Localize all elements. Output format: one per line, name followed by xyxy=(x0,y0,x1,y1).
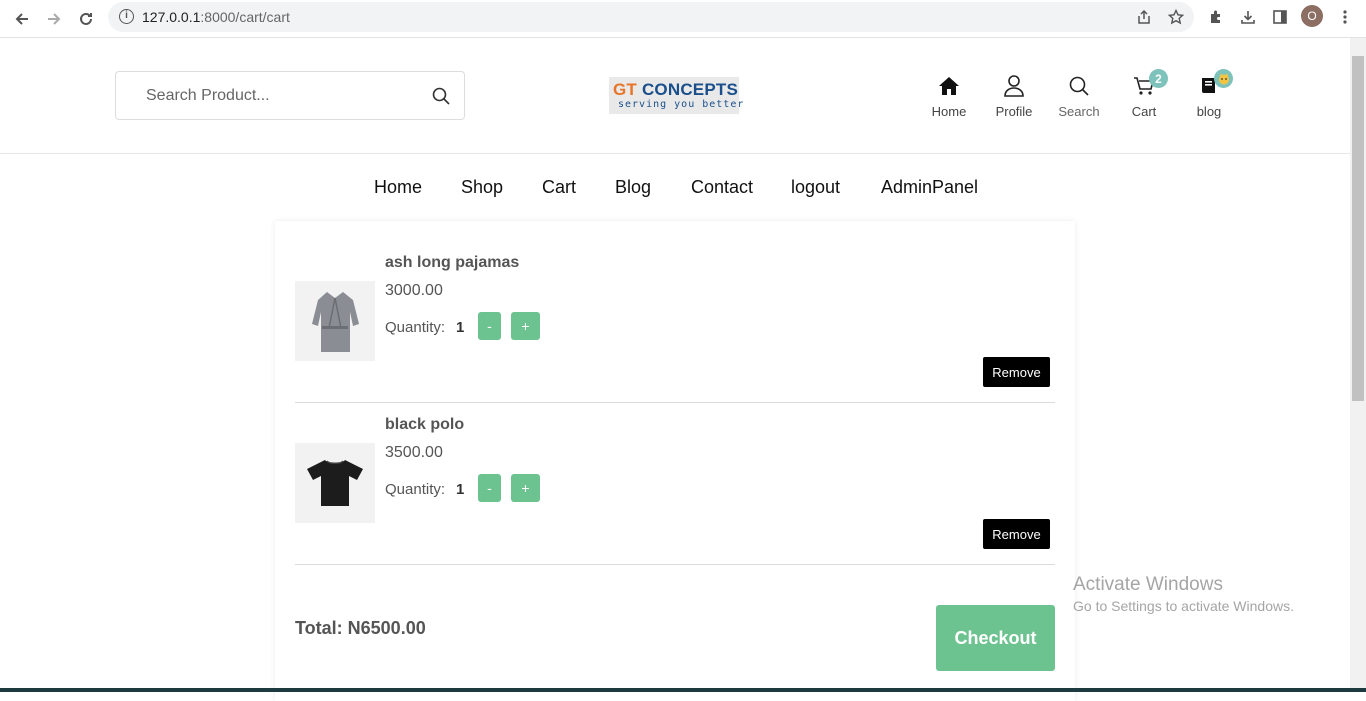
cart-total: Total: N6500.00 xyxy=(295,618,426,638)
header-divider xyxy=(0,153,1350,154)
product-name[interactable]: ash long pajamas xyxy=(385,254,519,272)
download-icon[interactable] xyxy=(1237,6,1259,28)
product-price: 3000.00 xyxy=(385,282,443,299)
menu-shop[interactable]: Shop xyxy=(461,177,503,198)
quantity-value: 1 xyxy=(456,319,465,336)
increase-quantity-button[interactable]: + xyxy=(511,312,540,340)
header-home-link[interactable]: Home xyxy=(919,74,979,119)
quantity-label: Quantity: xyxy=(385,481,446,498)
item-separator xyxy=(295,564,1055,565)
address-bar[interactable]: i 127.0.0.1:8000/cart/cart xyxy=(108,2,1194,32)
side-panel-icon[interactable] xyxy=(1269,6,1291,28)
menu-logout[interactable]: logout xyxy=(791,177,840,198)
extensions-icon[interactable] xyxy=(1205,6,1227,28)
scrollbar-thumb[interactable] xyxy=(1352,56,1364,401)
site-logo[interactable]: GT CONCEPTS serving you better xyxy=(609,77,743,114)
quantity-label: Quantity: xyxy=(385,319,446,336)
back-icon[interactable] xyxy=(9,6,35,32)
menu-cart[interactable]: Cart xyxy=(542,177,576,198)
item-separator xyxy=(295,402,1055,403)
cart-panel: ash long pajamas 3000.00 Quantity: 1 - +… xyxy=(275,221,1075,701)
menu-home[interactable]: Home xyxy=(374,177,422,198)
share-icon[interactable] xyxy=(1133,6,1155,28)
remove-item-button[interactable]: Remove xyxy=(983,357,1050,387)
home-icon xyxy=(919,74,979,98)
search-icon[interactable] xyxy=(432,87,450,110)
header-search-link[interactable]: Search xyxy=(1049,74,1109,119)
reload-icon[interactable] xyxy=(73,6,99,32)
browser-menu-icon[interactable] xyxy=(1334,6,1356,28)
product-search xyxy=(115,71,465,120)
cart-count-badge: 2 xyxy=(1149,69,1168,88)
remove-item-button[interactable]: Remove xyxy=(983,519,1050,549)
browser-toolbar: i 127.0.0.1:8000/cart/cart O xyxy=(0,0,1366,38)
page-content: GT CONCEPTS serving you better Home Prof… xyxy=(0,38,1350,701)
header-profile-link[interactable]: Profile xyxy=(984,74,1044,119)
increase-quantity-button[interactable]: + xyxy=(511,474,540,502)
header-cart-link[interactable]: 2 Cart xyxy=(1114,69,1174,119)
menu-blog[interactable]: Blog xyxy=(615,177,651,198)
checkout-button[interactable]: Checkout xyxy=(936,605,1055,671)
activate-windows-watermark: Activate Windows Go to Settings to activ… xyxy=(1073,574,1294,614)
product-image xyxy=(295,281,375,361)
menu-adminpanel[interactable]: AdminPanel xyxy=(881,177,978,198)
quantity-value: 1 xyxy=(456,481,465,498)
search-icon xyxy=(1049,74,1109,98)
url-text[interactable]: 127.0.0.1:8000/cart/cart xyxy=(142,9,290,25)
menu-contact[interactable]: Contact xyxy=(691,177,753,198)
search-input[interactable] xyxy=(117,73,417,118)
user-icon xyxy=(984,74,1044,98)
taskbar-edge xyxy=(0,688,1366,692)
product-price: 3500.00 xyxy=(385,444,443,461)
decrease-quantity-button[interactable]: - xyxy=(478,474,501,502)
page-scrollbar[interactable] xyxy=(1350,38,1366,692)
product-name[interactable]: black polo xyxy=(385,416,464,434)
blog-emoji-badge xyxy=(1214,69,1233,88)
decrease-quantity-button[interactable]: - xyxy=(478,312,501,340)
header-blog-link[interactable]: blog xyxy=(1179,69,1239,119)
profile-avatar[interactable]: O xyxy=(1301,5,1323,27)
forward-icon[interactable] xyxy=(41,6,67,32)
site-info-icon[interactable]: i xyxy=(119,9,134,24)
bookmark-star-icon[interactable] xyxy=(1165,6,1187,28)
product-image xyxy=(295,443,375,523)
